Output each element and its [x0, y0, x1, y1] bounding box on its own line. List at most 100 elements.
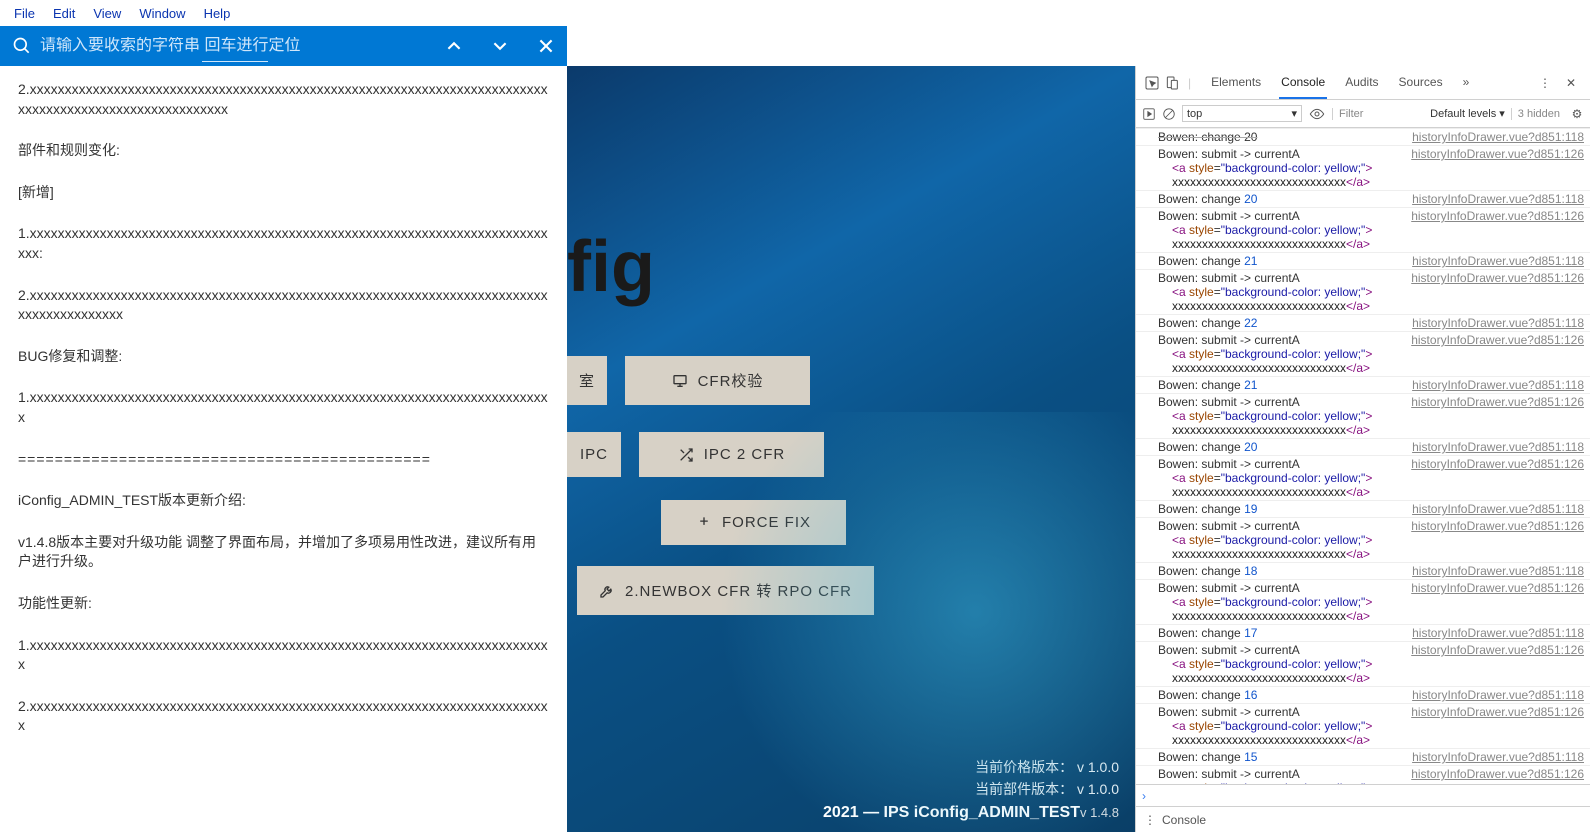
inspect-icon[interactable]: [1144, 75, 1160, 91]
search-icon: [12, 36, 32, 56]
menu-help[interactable]: Help: [196, 4, 239, 23]
menu-view[interactable]: View: [85, 4, 129, 23]
cfr-verify-button[interactable]: CFR校验: [625, 356, 810, 405]
copyright: 2021 — IPS iConfig_ADMIN_TEST: [823, 804, 1080, 821]
next-match-icon[interactable]: [491, 37, 509, 55]
button-label: IPC 2 CFR: [704, 446, 786, 463]
play-icon[interactable]: [1142, 107, 1156, 121]
note-line: ========================================…: [18, 450, 549, 470]
tab-elements[interactable]: Elements: [1209, 67, 1263, 99]
console-source-link[interactable]: historyInfoDrawer.vue?d851:118: [1412, 688, 1584, 702]
device-icon[interactable]: [1164, 75, 1180, 91]
console-row: historyInfoDrawer.vue?d851:126Bowen: sub…: [1136, 580, 1590, 625]
devtools-toolbar: | Elements Console Audits Sources » ⋮ ✕: [1136, 66, 1590, 100]
console-source-link[interactable]: historyInfoDrawer.vue?d851:126: [1411, 519, 1584, 533]
console-source-link[interactable]: historyInfoDrawer.vue?d851:126: [1411, 581, 1584, 595]
note-line: 功能性更新:: [18, 594, 549, 614]
prev-match-icon[interactable]: [445, 37, 463, 55]
eye-icon[interactable]: [1308, 105, 1326, 123]
drawer-tab-console[interactable]: Console: [1162, 813, 1206, 827]
console-source-link[interactable]: historyInfoDrawer.vue?d851:126: [1411, 457, 1584, 471]
release-notes-panel: 2.xxxxxxxxxxxxxxxxxxxxxxxxxxxxxxxxxxxxxx…: [0, 66, 567, 832]
console-source-link[interactable]: historyInfoDrawer.vue?d851:118: [1412, 378, 1584, 392]
tab-audits[interactable]: Audits: [1343, 67, 1380, 99]
console-source-link[interactable]: historyInfoDrawer.vue?d851:118: [1412, 316, 1584, 330]
search-bar: [0, 26, 567, 66]
force-fix-button[interactable]: FORCE FIX: [661, 500, 846, 545]
console-source-link[interactable]: historyInfoDrawer.vue?d851:118: [1412, 192, 1584, 206]
ipc-button[interactable]: IPC: [567, 432, 621, 477]
context-select[interactable]: top▾: [1182, 105, 1302, 122]
button-label: FORCE FIX: [722, 514, 811, 531]
button-label: CFR校验: [698, 370, 764, 391]
console-prompt[interactable]: ›: [1136, 784, 1590, 806]
console-row: historyInfoDrawer.vue?d851:118Bowen: cha…: [1136, 687, 1590, 704]
console-source-link[interactable]: historyInfoDrawer.vue?d851:126: [1411, 395, 1584, 409]
console-row: historyInfoDrawer.vue?d851:118Bowen: cha…: [1136, 749, 1590, 766]
console-source-link[interactable]: historyInfoDrawer.vue?d851:118: [1412, 502, 1584, 516]
console-output[interactable]: Bowen: change 20historyInfoDrawer.vue?d8…: [1136, 128, 1590, 784]
monitor-icon: [672, 373, 688, 389]
tab-sources[interactable]: Sources: [1397, 67, 1445, 99]
console-source-link[interactable]: historyInfoDrawer.vue?d851:126: [1411, 767, 1584, 781]
console-source-link[interactable]: historyInfoDrawer.vue?d851:118: [1412, 750, 1584, 764]
close-icon[interactable]: ✕: [1560, 76, 1582, 90]
kebab-icon[interactable]: ⋮: [1144, 813, 1156, 827]
filter-input[interactable]: Filter: [1332, 108, 1424, 120]
console-row: historyInfoDrawer.vue?d851:126Bowen: sub…: [1136, 270, 1590, 315]
console-row: historyInfoDrawer.vue?d851:126Bowen: sub…: [1136, 642, 1590, 687]
config-button[interactable]: 室: [567, 356, 607, 405]
console-source-link[interactable]: historyInfoDrawer.vue?d851:126: [1411, 271, 1584, 285]
console-row: historyInfoDrawer.vue?d851:126Bowen: sub…: [1136, 208, 1590, 253]
console-source-link[interactable]: historyInfoDrawer.vue?d851:118: [1412, 564, 1584, 578]
console-source-link[interactable]: historyInfoDrawer.vue?d851:126: [1411, 705, 1584, 719]
search-input[interactable]: [40, 37, 435, 55]
kebab-icon[interactable]: ⋮: [1534, 76, 1556, 90]
newbox-convert-button[interactable]: 2.NEWBOX CFR 转 RPO CFR: [577, 566, 874, 615]
gear-icon[interactable]: ⚙: [1570, 107, 1584, 121]
console-row: historyInfoDrawer.vue?d851:118Bowen: cha…: [1136, 191, 1590, 208]
menu-window[interactable]: Window: [131, 4, 193, 23]
console-row: historyInfoDrawer.vue?d851:126Bowen: sub…: [1136, 332, 1590, 377]
console-source-link[interactable]: historyInfoDrawer.vue?d851:118: [1412, 440, 1584, 454]
menu-bar: File Edit View Window Help: [0, 0, 1590, 26]
menu-edit[interactable]: Edit: [45, 4, 83, 23]
app-version: v 1.4.8: [1080, 805, 1119, 820]
note-line: 2.xxxxxxxxxxxxxxxxxxxxxxxxxxxxxxxxxxxxxx…: [18, 286, 549, 325]
console-source-link[interactable]: historyInfoDrawer.vue?d851:118: [1412, 254, 1584, 268]
console-source-link[interactable]: historyInfoDrawer.vue?d851:118: [1412, 130, 1584, 144]
clear-icon[interactable]: [1162, 107, 1176, 121]
console-row: Bowen: change 20historyInfoDrawer.vue?d8…: [1136, 128, 1590, 146]
ipc2cfr-button[interactable]: IPC 2 CFR: [639, 432, 824, 477]
console-row: historyInfoDrawer.vue?d851:118Bowen: cha…: [1136, 501, 1590, 518]
note-line: 2.xxxxxxxxxxxxxxxxxxxxxxxxxxxxxxxxxxxxxx…: [18, 697, 549, 736]
tab-more[interactable]: »: [1461, 67, 1472, 99]
console-row: historyInfoDrawer.vue?d851:118Bowen: cha…: [1136, 253, 1590, 270]
note-line: iConfig_ADMIN_TEST版本更新介绍:: [18, 491, 549, 511]
console-source-link[interactable]: historyInfoDrawer.vue?d851:126: [1411, 333, 1584, 347]
console-row: historyInfoDrawer.vue?d851:126Bowen: sub…: [1136, 146, 1590, 191]
console-row: historyInfoDrawer.vue?d851:126Bowen: sub…: [1136, 704, 1590, 749]
note-line: [新增]: [18, 183, 549, 203]
hidden-count: 3 hidden: [1511, 108, 1560, 120]
console-source-link[interactable]: historyInfoDrawer.vue?d851:118: [1412, 626, 1584, 640]
button-label: 2.NEWBOX CFR 转 RPO CFR: [625, 580, 852, 601]
note-line: 2.xxxxxxxxxxxxxxxxxxxxxxxxxxxxxxxxxxxxxx…: [18, 80, 549, 119]
note-line: 部件和规则变化:: [18, 141, 549, 161]
tab-console[interactable]: Console: [1279, 67, 1327, 99]
parts-version: 当前部件版本： v 1.0.0: [823, 778, 1119, 800]
close-icon[interactable]: [537, 37, 555, 55]
app-main: fig 室 CFR校验 IPC IPC 2 CFR FORCE FIX: [567, 66, 1135, 832]
wrench-icon: [599, 583, 615, 599]
app-footer: 当前价格版本： v 1.0.0 当前部件版本： v 1.0.0 2021 — I…: [823, 756, 1119, 826]
menu-file[interactable]: File: [6, 4, 43, 23]
console-source-link[interactable]: historyInfoDrawer.vue?d851:126: [1411, 147, 1584, 161]
console-row: historyInfoDrawer.vue?d851:126Bowen: sub…: [1136, 518, 1590, 563]
levels-select[interactable]: Default levels ▾: [1430, 107, 1505, 120]
console-source-link[interactable]: historyInfoDrawer.vue?d851:126: [1411, 643, 1584, 657]
wrench-icon: [696, 515, 712, 531]
console-source-link[interactable]: historyInfoDrawer.vue?d851:126: [1411, 209, 1584, 223]
app-logo: fig: [567, 226, 655, 308]
console-row: historyInfoDrawer.vue?d851:126Bowen: sub…: [1136, 766, 1590, 784]
devtools-panel: | Elements Console Audits Sources » ⋮ ✕ …: [1135, 66, 1590, 832]
